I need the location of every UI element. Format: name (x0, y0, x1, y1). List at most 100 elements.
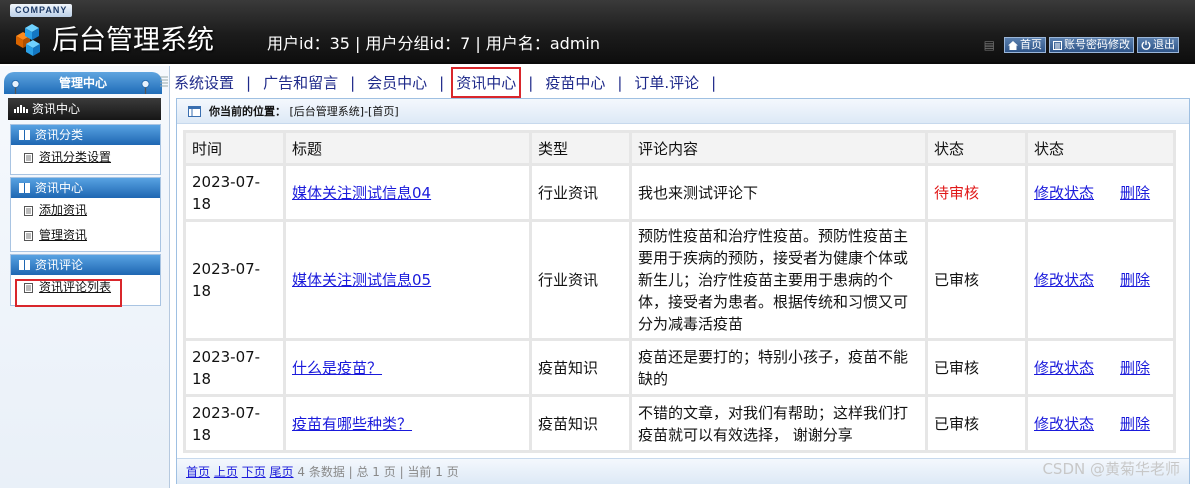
cell-type: 疫苗知识 (529, 394, 632, 453)
tab-orders-comments[interactable]: 订单.评论 (634, 72, 699, 93)
table-header-row: 时间 标题 类型 评论内容 状态 状态 (183, 130, 1176, 166)
breadcrumb: 你当前的位置： [后台管理系统]-[首页] (177, 99, 1189, 124)
user-info: 用户id：35 | 用户分组id：7 | 用户名：admin (267, 34, 601, 53)
pagination: 首页 上页 下页 尾页 4 条数据 | 总 1 页 | 当前 1 页 (177, 458, 1189, 484)
cell-time: 2023-07-18 (183, 163, 286, 222)
edit-status-link[interactable]: 修改状态 (1034, 359, 1094, 377)
menu-group-title: 资讯分类 (35, 128, 84, 142)
cell-time: 2023-07-18 (183, 219, 286, 341)
col-header-actions: 状态 (1025, 130, 1176, 166)
news-title-link[interactable]: 媒体关注测试信息05 (292, 271, 431, 289)
power-icon (1141, 40, 1151, 50)
status-badge: 已审核 (925, 219, 1028, 341)
tab-news-center[interactable]: 资讯中心 (451, 67, 522, 98)
grip-icon: ▤ (983, 38, 995, 52)
cell-time: 2023-07-18 (183, 394, 286, 453)
menu-group-title: 资讯评论 (35, 258, 84, 272)
sidebar-item-label[interactable]: 资讯分类设置 (39, 150, 111, 164)
cell-comment: 预防性疫苗和治疗性疫苗。预防性疫苗主要用于疾病的预防，接受者为健康个体或新生儿；… (629, 219, 928, 341)
tab-ads-messages[interactable]: 广告和留言 (263, 72, 338, 93)
cell-type: 疫苗知识 (529, 338, 632, 397)
col-header-time: 时间 (183, 130, 286, 166)
news-title-link[interactable]: 媒体关注测试信息04 (292, 184, 431, 202)
sidebar-section-header: 资讯中心 (8, 98, 161, 120)
cell-comment: 疫苗还是要打的；特别小孩子，疫苗不能缺的 (629, 338, 928, 397)
edit-status-link[interactable]: 修改状态 (1034, 184, 1094, 202)
top-nav: 系统设置 | 广告和留言 | 会员中心 | 资讯中心 | 疫苗中心 | 订单.评… (160, 66, 1195, 98)
delete-link[interactable]: 删除 (1120, 184, 1150, 202)
cell-type: 行业资讯 (529, 163, 632, 222)
col-header-type: 类型 (529, 130, 632, 166)
sidebar-item-add-news[interactable]: 添加资讯 (11, 198, 160, 223)
col-header-content: 评论内容 (629, 130, 928, 166)
status-badge: 已审核 (925, 338, 1028, 397)
sidebar-section-label: 资讯中心 (32, 102, 81, 116)
edit-status-link[interactable]: 修改状态 (1034, 415, 1094, 433)
highlight-box (15, 279, 122, 307)
edit-status-link[interactable]: 修改状态 (1034, 271, 1094, 289)
sidebar-item-manage-news[interactable]: 管理资讯 (11, 223, 160, 248)
table-row: 2023-07-18 媒体关注测试信息05 行业资讯 预防性疫苗和治疗性疫苗。预… (183, 219, 1176, 341)
columns-icon (19, 130, 30, 140)
watermark: CSDN @黄菊华老师 (1042, 460, 1180, 478)
status-badge: 已审核 (925, 394, 1028, 453)
columns-icon (19, 260, 30, 270)
grid-dots-icon (14, 105, 28, 113)
document-icon (24, 206, 33, 216)
menu-group-header[interactable]: 资讯分类 (11, 125, 160, 145)
breadcrumb-label: 你当前的位置： (209, 105, 286, 118)
delete-link[interactable]: 删除 (1120, 415, 1150, 433)
news-title-link[interactable]: 什么是疫苗？ (292, 359, 382, 377)
tab-member-center[interactable]: 会员中心 (367, 72, 427, 93)
columns-icon (19, 183, 30, 193)
table-row: 2023-07-18 疫苗有哪些种类？ 疫苗知识 不错的文章，对我们有帮助；这样… (183, 394, 1176, 453)
menu-group-category: 资讯分类 资讯分类设置 (10, 124, 161, 175)
delete-link[interactable]: 删除 (1120, 359, 1150, 377)
menu-group-news: 资讯中心 添加资讯 管理资讯 (10, 177, 161, 252)
system-title: 后台管理系统 (52, 25, 214, 56)
tab-system-settings[interactable]: 系统设置 (174, 72, 234, 93)
pager-next[interactable]: 下页 (242, 465, 266, 479)
nav-separator: | (528, 73, 534, 92)
menu-group-header[interactable]: 资讯评论 (11, 255, 160, 275)
news-title-link[interactable]: 疫苗有哪些种类？ (292, 415, 412, 433)
pager-first[interactable]: 首页 (186, 465, 210, 479)
table-row: 2023-07-18 什么是疫苗？ 疫苗知识 疫苗还是要打的；特别小孩子，疫苗不… (183, 338, 1176, 397)
col-header-title: 标题 (283, 130, 532, 166)
menu-group-header[interactable]: 资讯中心 (11, 178, 160, 198)
pager-prev[interactable]: 上页 (214, 465, 238, 479)
comments-table: 时间 标题 类型 评论内容 状态 状态 2023-07-18 媒体关注测试信息0… (183, 130, 1176, 453)
home-link[interactable]: 首页 (1004, 37, 1046, 53)
sidebar-item-label[interactable]: 管理资讯 (39, 228, 87, 242)
change-password-label: 账号密码修改 (1064, 38, 1130, 51)
top-header: COMPANY 后台管理系统 用户id：35 | 用户分组id：7 | 用户名：… (0, 0, 1195, 64)
pin-icon (141, 80, 150, 94)
sidebar-item-label[interactable]: 添加资讯 (39, 203, 87, 217)
document-icon (24, 153, 33, 163)
tab-vaccine-center[interactable]: 疫苗中心 (545, 72, 605, 93)
company-badge: COMPANY (10, 4, 73, 17)
home-link-label: 首页 (1020, 38, 1042, 51)
menu-group-title: 资讯中心 (35, 181, 84, 195)
pager-last[interactable]: 尾页 (270, 465, 294, 479)
cell-comment: 不错的文章，对我们有帮助；这样我们打疫苗就可以有效选择， 谢谢分享 (629, 394, 928, 453)
cell-type: 行业资讯 (529, 219, 632, 341)
col-header-status: 状态 (925, 130, 1028, 166)
window-icon (188, 106, 201, 117)
nav-separator: | (246, 73, 252, 92)
table-row: 2023-07-18 媒体关注测试信息04 行业资讯 我也来测试评论下 待审核 … (183, 163, 1176, 222)
delete-link[interactable]: 删除 (1120, 271, 1150, 289)
document-icon (24, 231, 33, 241)
nav-separator: | (711, 73, 717, 92)
cell-comment: 我也来测试评论下 (629, 163, 928, 222)
sidebar-item-category-settings[interactable]: 资讯分类设置 (11, 145, 160, 170)
main-content: 你当前的位置： [后台管理系统]-[首页] 时间 标题 类型 评论内容 状态 状… (176, 98, 1190, 484)
pager-info: 4 条数据 | 总 1 页 | 当前 1 页 (297, 465, 459, 479)
nav-separator: | (350, 73, 356, 92)
logout-label: 退出 (1153, 38, 1175, 51)
breadcrumb-path: [后台管理系统]-[首页] (289, 105, 399, 118)
change-password-link[interactable]: 账号密码修改 (1049, 37, 1134, 53)
logout-link[interactable]: 退出 (1137, 37, 1179, 53)
nav-separator: | (439, 73, 445, 92)
pin-icon (11, 80, 20, 94)
